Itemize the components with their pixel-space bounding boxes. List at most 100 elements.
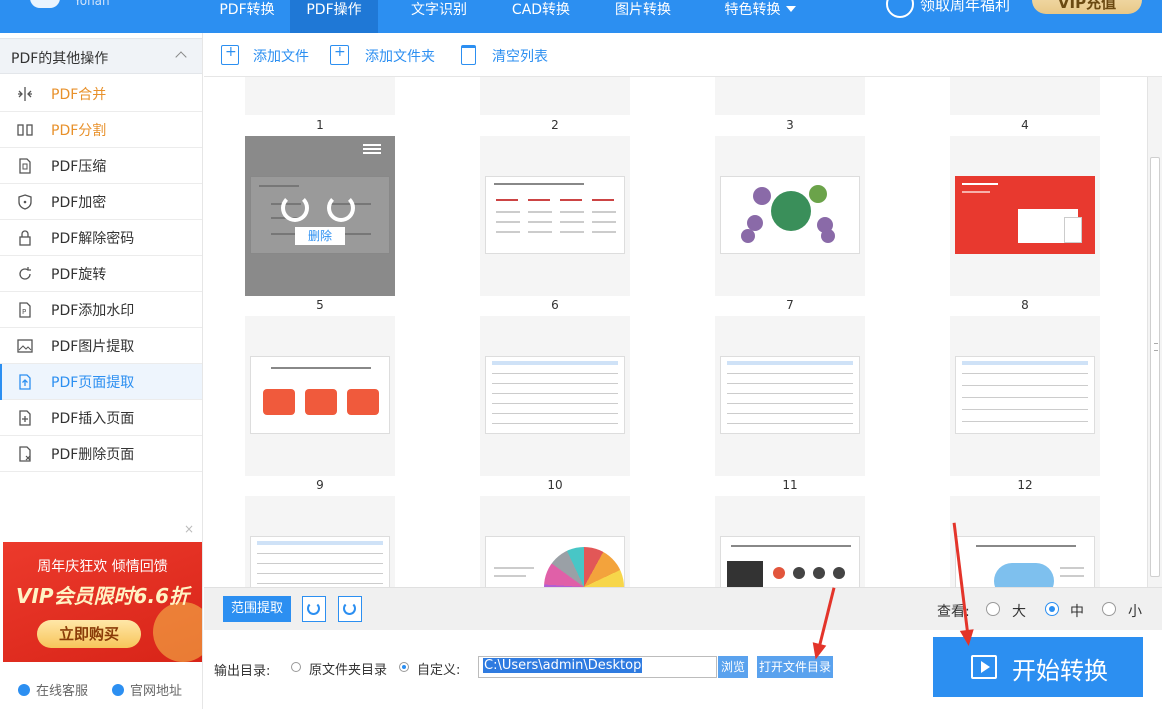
page-preview: [485, 536, 625, 587]
range-extract-button[interactable]: 范围提取: [223, 596, 291, 622]
rotate-left-icon: [307, 602, 320, 615]
add-file-icon: [221, 44, 239, 65]
page-thumbnail[interactable]: [950, 136, 1100, 296]
rotate-right-button[interactable]: [338, 596, 362, 622]
sidebar-item-pdf-page-extract[interactable]: PDF页面提取: [0, 364, 202, 400]
custom-folder-label: 自定义:: [417, 663, 461, 678]
sidebar-item-pdf-unlock[interactable]: PDF解除密码: [0, 220, 202, 256]
tab-image-convert[interactable]: 图片转换: [600, 0, 686, 33]
gift-icon[interactable]: [886, 0, 914, 18]
page-preview: [955, 176, 1095, 254]
page-thumbnail[interactable]: [715, 316, 865, 476]
official-site-link[interactable]: 官网地址: [112, 680, 182, 699]
lock-icon: [19, 230, 31, 246]
original-folder-label: 原文件夹目录: [309, 663, 388, 678]
view-small-radio[interactable]: [1102, 602, 1116, 616]
sidebar-section-header[interactable]: PDF的其他操作: [0, 38, 202, 74]
page-preview: [250, 536, 390, 587]
page-thumbnail[interactable]: [245, 496, 395, 587]
rotate-left-icon[interactable]: [281, 194, 309, 222]
insert-page-icon: [19, 410, 31, 426]
browse-button[interactable]: 浏览: [718, 656, 748, 678]
sidebar-item-label: PDF图片提取: [51, 339, 135, 355]
page-preview: [485, 356, 625, 434]
image-icon: [17, 339, 33, 353]
add-folder-button[interactable]: 添加文件夹: [330, 44, 440, 67]
sidebar-item-label: PDF插入页面: [51, 411, 135, 427]
sidebar-item-pdf-split[interactable]: PDF分割: [0, 112, 202, 148]
trash-icon: [461, 45, 476, 65]
page-thumbnail[interactable]: [950, 77, 1100, 115]
sidebar-item-label: PDF合并: [51, 87, 107, 103]
sidebar-item-pdf-rotate[interactable]: PDF旋转: [0, 256, 202, 292]
start-convert-label: 开始转换: [1012, 657, 1108, 685]
sidebar-item-label: PDF压缩: [51, 159, 107, 175]
page-number: 12: [1017, 478, 1033, 492]
clear-list-button[interactable]: 清空列表: [461, 45, 551, 67]
tab-pdf-convert[interactable]: PDF转换: [204, 0, 290, 33]
delete-page-button[interactable]: 删除: [295, 227, 345, 245]
sidebar-item-pdf-encrypt[interactable]: PDF加密: [0, 184, 202, 220]
page-number: 2: [551, 118, 559, 132]
sidebar-item-pdf-image-extract[interactable]: PDF图片提取: [0, 328, 202, 364]
page-number: 3: [786, 118, 794, 132]
tab-pdf-operations[interactable]: PDF操作: [290, 0, 378, 33]
split-icon: [17, 124, 33, 136]
scrollbar-thumb[interactable]: [1150, 157, 1160, 577]
vip-recharge-button[interactable]: VIP充值: [1032, 0, 1142, 14]
custom-folder-radio[interactable]: [399, 662, 409, 672]
rotate-left-button[interactable]: [302, 596, 326, 622]
page-thumbnail[interactable]: [245, 77, 395, 115]
rotate-right-icon[interactable]: [327, 194, 355, 222]
vertical-scrollbar[interactable]: [1147, 77, 1162, 587]
sidebar-item-pdf-delete-page[interactable]: PDF删除页面: [0, 436, 202, 472]
view-large-radio[interactable]: [986, 602, 1000, 616]
page-thumbnail[interactable]: [950, 316, 1100, 476]
extract-page-icon: [19, 374, 31, 390]
promo-banner[interactable]: 周年庆狂欢 倾情回馈 VIP会员限时6.6折 立即购买: [3, 542, 202, 662]
page-thumbnail[interactable]: [480, 136, 630, 296]
output-path-input[interactable]: C:\Users\admin\Desktop: [478, 656, 717, 678]
sidebar-item-pdf-compress[interactable]: PDF压缩: [0, 148, 202, 184]
merge-icon: [18, 87, 32, 101]
coin-decoration: [153, 602, 202, 662]
tab-ocr[interactable]: 文字识别: [396, 0, 482, 33]
page-number: 11: [782, 478, 798, 492]
original-folder-radio[interactable]: [291, 662, 301, 672]
tab-special-convert[interactable]: 特色转换: [712, 0, 808, 33]
top-nav-bar: Yohan PDF转换 PDF操作 文字识别 CAD转换 图片转换 特色转换 领…: [0, 0, 1162, 33]
page-thumbnail-selected[interactable]: 删除: [245, 136, 395, 296]
page-thumbnail[interactable]: [480, 77, 630, 115]
sidebar: PDF的其他操作 PDF合并 PDF分割 PDF压缩 PDF加密 PDF解除密码…: [0, 33, 203, 709]
add-file-button[interactable]: 添加文件: [221, 44, 321, 67]
delete-page-icon: [19, 446, 31, 462]
sidebar-item-pdf-insert-page[interactable]: PDF插入页面: [0, 400, 202, 436]
page-thumbnail[interactable]: [245, 316, 395, 476]
page-thumbnail[interactable]: [715, 136, 865, 296]
sidebar-item-pdf-merge[interactable]: PDF合并: [0, 76, 202, 112]
page-number: 7: [786, 298, 794, 312]
view-medium-radio[interactable]: [1045, 602, 1059, 616]
page-thumbnail[interactable]: [715, 496, 865, 587]
ad-close-icon[interactable]: ×: [184, 522, 194, 536]
promo-banner-title: 周年庆狂欢 倾情回馈: [37, 559, 168, 575]
page-thumbnail[interactable]: [480, 316, 630, 476]
menu-icon[interactable]: [363, 142, 381, 156]
page-thumbnail[interactable]: [950, 496, 1100, 587]
promo-link[interactable]: 领取周年福利: [920, 0, 1010, 15]
page-thumbnail[interactable]: [480, 496, 630, 587]
add-file-label: 添加文件: [253, 49, 309, 65]
page-number: 5: [316, 298, 324, 312]
compress-icon: [19, 158, 31, 174]
sidebar-item-pdf-watermark[interactable]: P PDF添加水印: [0, 292, 202, 328]
app-logo-icon: [30, 0, 60, 8]
add-folder-label: 添加文件夹: [365, 49, 435, 65]
rotate-right-icon: [343, 602, 356, 615]
tab-cad-convert[interactable]: CAD转换: [498, 0, 584, 33]
buy-now-button[interactable]: 立即购买: [37, 620, 141, 648]
online-support-label: 在线客服: [36, 684, 89, 699]
tab-special-convert-label: 特色转换: [724, 2, 781, 18]
watermark-icon: P: [19, 302, 31, 318]
page-thumbnail[interactable]: [715, 77, 865, 115]
online-support-link[interactable]: 在线客服: [18, 680, 88, 699]
